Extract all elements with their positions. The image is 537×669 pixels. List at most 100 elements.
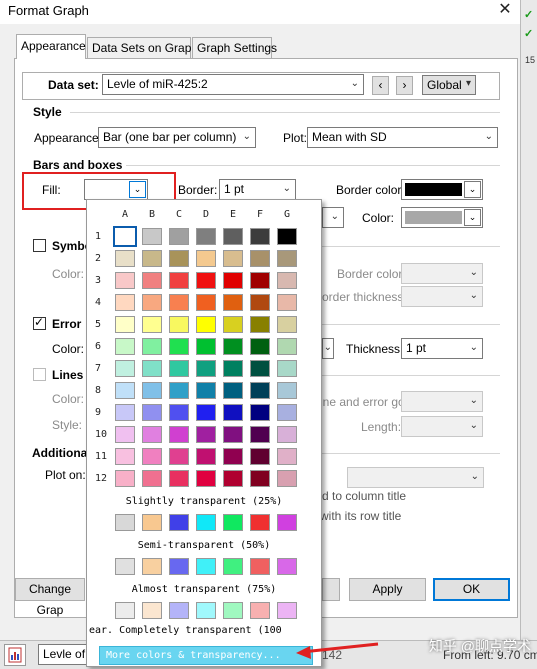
palette-color-cell[interactable] (223, 250, 243, 267)
palette-color-cell[interactable] (169, 316, 189, 333)
palette-color-cell[interactable] (115, 338, 135, 355)
change-graph-button[interactable]: Change Grap (15, 578, 85, 617)
close-button[interactable]: ✕ (496, 1, 514, 19)
errorbars-checkbox[interactable] (33, 315, 46, 330)
palette-color-cell[interactable] (142, 470, 162, 487)
symbols-checkbox[interactable] (33, 239, 46, 252)
lines-error-go-select[interactable]: ⌄ (401, 391, 483, 412)
palette-color-cell[interactable] (277, 338, 297, 355)
palette-color-cell[interactable] (223, 470, 243, 487)
palette-color-cell[interactable] (250, 448, 270, 465)
palette-color-cell[interactable] (223, 558, 243, 575)
palette-color-cell[interactable] (196, 338, 216, 355)
palette-color-cell[interactable] (115, 602, 135, 619)
palette-color-cell[interactable] (196, 514, 216, 531)
palette-color-cell[interactable] (223, 272, 243, 289)
palette-color-cell[interactable] (277, 558, 297, 575)
palette-color-cell[interactable] (169, 514, 189, 531)
hidden-button[interactable] (322, 578, 340, 601)
palette-color-cell[interactable] (196, 426, 216, 443)
palette-color-cell[interactable] (113, 226, 137, 247)
palette-color-cell[interactable] (277, 514, 297, 531)
palette-color-cell[interactable] (223, 294, 243, 311)
symbols-border-thickness-select[interactable]: ⌄ (401, 286, 483, 307)
palette-color-cell[interactable] (277, 448, 297, 465)
palette-color-cell[interactable] (250, 426, 270, 443)
palette-color-cell[interactable] (277, 360, 297, 377)
palette-color-cell[interactable] (142, 272, 162, 289)
palette-color-cell[interactable] (223, 382, 243, 399)
errorbars-color-picker[interactable]: ⌄ (322, 338, 334, 359)
palette-color-cell[interactable] (277, 250, 297, 267)
tab-appearance[interactable]: Appearance (16, 34, 86, 59)
dataset-select[interactable]: Levle of miR-425:2 ⌄ (102, 74, 364, 95)
more-colors-button[interactable]: More colors & transparency... (99, 646, 313, 665)
palette-color-cell[interactable] (196, 360, 216, 377)
palette-color-cell[interactable] (169, 294, 189, 311)
next-dataset-button[interactable]: › (396, 76, 413, 95)
palette-color-cell[interactable] (196, 602, 216, 619)
errorbars-thickness-select[interactable]: 1 pt ⌄ (401, 338, 483, 359)
palette-color-cell[interactable] (142, 316, 162, 333)
palette-color-cell[interactable] (277, 272, 297, 289)
apply-button[interactable]: Apply (349, 578, 426, 601)
palette-color-cell[interactable] (169, 382, 189, 399)
lines-length-select[interactable]: ⌄ (401, 416, 483, 437)
palette-color-cell[interactable] (277, 228, 297, 245)
palette-color-cell[interactable] (196, 470, 216, 487)
plot-on-select[interactable]: ⌄ (347, 467, 484, 488)
palette-color-cell[interactable] (115, 316, 135, 333)
palette-color-cell[interactable] (250, 602, 270, 619)
palette-color-cell[interactable] (223, 404, 243, 421)
palette-color-cell[interactable] (115, 294, 135, 311)
palette-color-cell[interactable] (250, 250, 270, 267)
palette-color-cell[interactable] (250, 294, 270, 311)
scope-select[interactable]: Global ▾ (422, 75, 476, 95)
palette-color-cell[interactable] (142, 294, 162, 311)
palette-color-cell[interactable] (250, 338, 270, 355)
palette-color-cell[interactable] (196, 558, 216, 575)
symbols-border-color-picker[interactable]: ⌄ (401, 263, 483, 284)
palette-color-cell[interactable] (169, 228, 189, 245)
palette-color-cell[interactable] (196, 382, 216, 399)
palette-color-cell[interactable] (223, 338, 243, 355)
palette-color-cell[interactable] (169, 360, 189, 377)
palette-color-cell[interactable] (169, 448, 189, 465)
palette-color-cell[interactable] (169, 272, 189, 289)
palette-color-cell[interactable] (223, 602, 243, 619)
palette-color-cell[interactable] (169, 470, 189, 487)
palette-color-cell[interactable] (223, 448, 243, 465)
palette-color-cell[interactable] (277, 382, 297, 399)
palette-color-cell[interactable] (277, 316, 297, 333)
palette-color-cell[interactable] (169, 426, 189, 443)
palette-color-cell[interactable] (142, 250, 162, 267)
palette-color-cell[interactable] (277, 426, 297, 443)
tab-data-sets[interactable]: Data Sets on Graph (87, 37, 198, 58)
palette-color-cell[interactable] (142, 382, 162, 399)
palette-color-cell[interactable] (169, 602, 189, 619)
palette-color-cell[interactable] (142, 448, 162, 465)
border-select[interactable]: 1 pt ⌄ (219, 179, 296, 200)
palette-color-cell[interactable] (169, 250, 189, 267)
palette-color-cell[interactable] (250, 558, 270, 575)
appearance-select[interactable]: Bar (one bar per column) ⌄ (98, 127, 256, 148)
palette-color-cell[interactable] (115, 470, 135, 487)
ok-button[interactable]: OK (433, 578, 510, 601)
palette-color-cell[interactable] (196, 316, 216, 333)
palette-color-cell[interactable] (142, 514, 162, 531)
palette-color-cell[interactable] (115, 448, 135, 465)
palette-color-cell[interactable] (115, 382, 135, 399)
palette-color-cell[interactable] (142, 404, 162, 421)
palette-color-cell[interactable] (142, 360, 162, 377)
palette-color-cell[interactable] (196, 448, 216, 465)
palette-color-cell[interactable] (169, 404, 189, 421)
palette-color-cell[interactable] (169, 558, 189, 575)
palette-color-cell[interactable] (250, 272, 270, 289)
palette-color-cell[interactable] (115, 250, 135, 267)
palette-color-cell[interactable] (223, 228, 243, 245)
palette-color-cell[interactable] (277, 404, 297, 421)
chevron-down-icon[interactable]: ⌄ (464, 181, 481, 198)
completely-transparent-option[interactable]: ear. Completely transparent (100 (89, 625, 323, 636)
palette-color-cell[interactable] (196, 404, 216, 421)
tab-graph-settings[interactable]: Graph Settings (192, 37, 277, 58)
